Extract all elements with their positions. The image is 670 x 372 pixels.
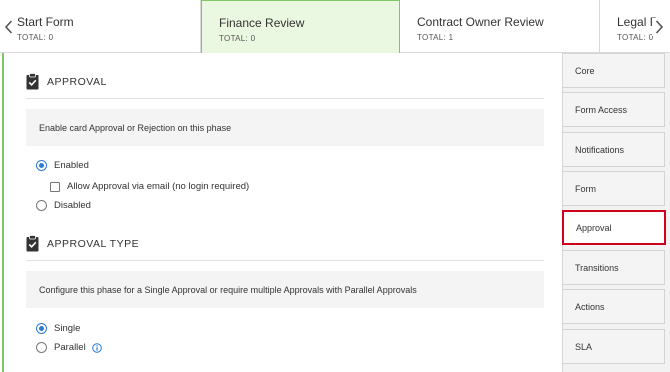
- approval-type-parallel-radio[interactable]: [36, 342, 47, 353]
- nav-item-form[interactable]: Form: [563, 171, 665, 206]
- phase-name: Finance Review: [219, 16, 305, 30]
- phase-tab-finance-review[interactable]: Finance Review TOTAL: 0: [201, 0, 400, 54]
- approval-type-parallel-label: Parallel: [54, 342, 86, 353]
- nav-item-core[interactable]: Core: [563, 53, 665, 88]
- phase-settings-nav: Core Form Access Notifications Form Appr…: [562, 53, 670, 372]
- nav-item-actions[interactable]: Actions: [563, 289, 665, 324]
- approval-disabled-label: Disabled: [54, 200, 91, 211]
- approval-enabled-option[interactable]: Enabled: [36, 160, 89, 171]
- approval-disabled-radio[interactable]: [36, 200, 47, 211]
- approval-type-section-header: APPROVAL TYPE: [26, 235, 139, 252]
- phase-tab-bar: Start Form TOTAL: 0 Finance Review TOTAL…: [0, 0, 670, 54]
- approval-enabled-label: Enabled: [54, 160, 89, 171]
- scroll-left-button[interactable]: [1, 18, 15, 36]
- clipboard-check-icon: [26, 235, 39, 252]
- approval-section-title: APPROVAL: [47, 75, 107, 88]
- phase-total: TOTAL: 0: [219, 34, 256, 43]
- nav-item-notifications[interactable]: Notifications: [563, 132, 665, 167]
- approval-description: Enable card Approval or Rejection on thi…: [26, 109, 544, 146]
- divider: [26, 98, 544, 99]
- approval-type-single-option[interactable]: Single: [36, 323, 80, 334]
- phase-total: TOTAL: 1: [417, 33, 454, 42]
- approval-enabled-radio[interactable]: [36, 160, 47, 171]
- approval-disabled-option[interactable]: Disabled: [36, 200, 91, 211]
- email-approval-label: Allow Approval via email (no login requi…: [67, 181, 250, 192]
- chevron-left-icon: [4, 20, 12, 34]
- email-approval-checkbox[interactable]: [50, 181, 60, 192]
- scroll-right-button[interactable]: [652, 18, 666, 36]
- chevron-right-icon: [655, 20, 663, 34]
- approval-type-description: Configure this phase for a Single Approv…: [26, 271, 544, 308]
- nav-item-transitions[interactable]: Transitions: [563, 250, 665, 285]
- nav-item-sla[interactable]: SLA: [563, 329, 665, 364]
- nav-item-approval[interactable]: Approval: [562, 210, 666, 245]
- approval-type-description-text: Configure this phase for a Single Approv…: [39, 284, 417, 295]
- phase-total: TOTAL: 0: [17, 33, 54, 42]
- divider: [26, 260, 544, 261]
- approval-section-header: APPROVAL: [26, 73, 107, 90]
- email-approval-option[interactable]: Allow Approval via email (no login requi…: [50, 181, 249, 192]
- approval-type-single-label: Single: [54, 323, 81, 334]
- phase-tab-contract-owner-review[interactable]: Contract Owner Review TOTAL: 1: [400, 0, 600, 53]
- phase-settings-panel: APPROVAL Enable card Approval or Rejecti…: [2, 53, 562, 372]
- phase-name: Start Form: [17, 15, 74, 29]
- approval-type-section-title: APPROVAL TYPE: [47, 237, 140, 250]
- approval-description-text: Enable card Approval or Rejection on thi…: [39, 122, 232, 133]
- nav-item-form-access[interactable]: Form Access: [563, 92, 665, 127]
- approval-type-single-radio[interactable]: [36, 323, 47, 334]
- info-icon[interactable]: [91, 342, 102, 353]
- clipboard-check-icon: [26, 73, 39, 90]
- phase-name: Contract Owner Review: [417, 15, 544, 29]
- approval-type-parallel-option[interactable]: Parallel: [36, 342, 102, 353]
- phase-tab-start-form[interactable]: Start Form TOTAL: 0: [0, 0, 201, 53]
